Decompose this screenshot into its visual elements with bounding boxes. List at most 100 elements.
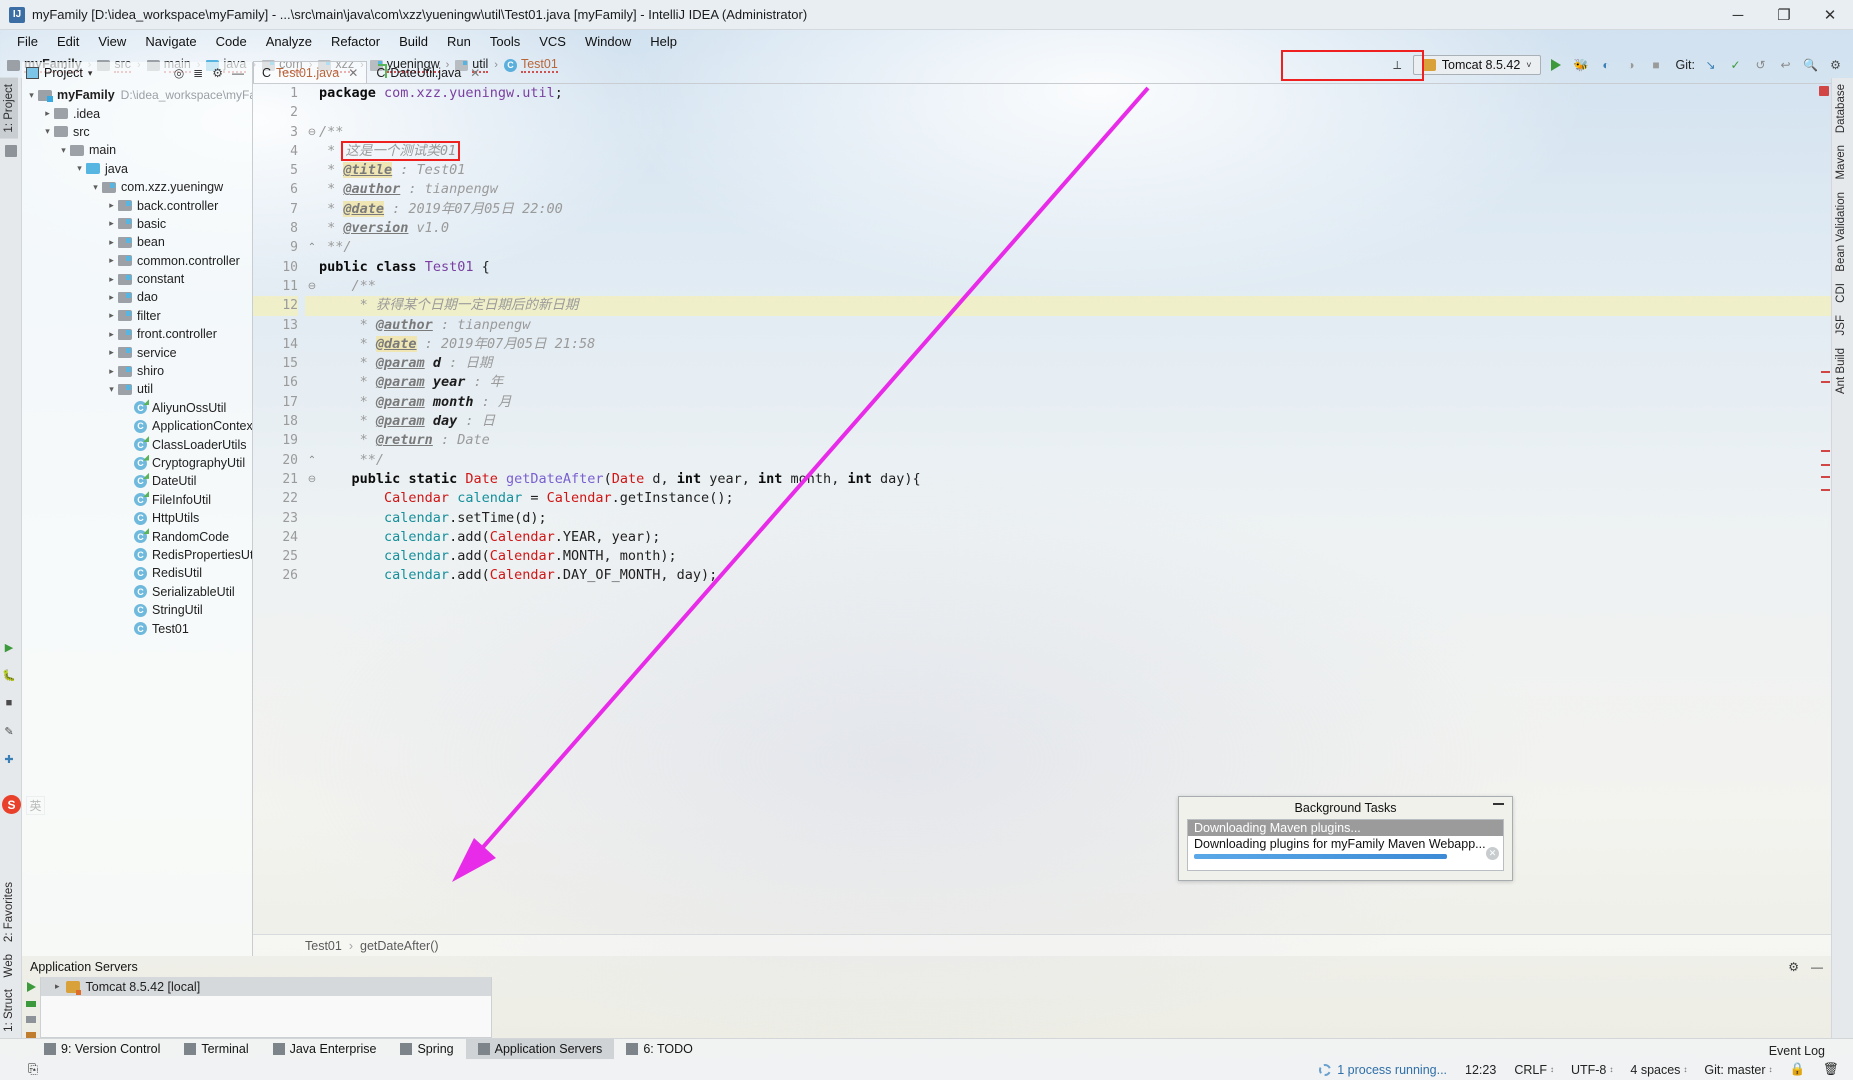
tree-item-redispropertiesutil[interactable]: C RedisPropertiesUtil [22, 546, 252, 564]
tree-item-filter[interactable]: filter [22, 307, 252, 325]
code-line[interactable]: Calendar calendar = Calendar.getInstance… [319, 489, 1831, 508]
tree-item-shiro[interactable]: shiro [22, 362, 252, 380]
tree-item-test01[interactable]: C Test01 [22, 619, 252, 637]
git-branch-stepper[interactable]: ↕ [1769, 1065, 1773, 1074]
code-line[interactable]: /** [319, 123, 1831, 142]
right-tab-ant-build[interactable]: Ant Build [1832, 342, 1850, 400]
right-tab-cdi[interactable]: CDI [1832, 277, 1850, 309]
tree-item-service[interactable]: service [22, 343, 252, 361]
code-line[interactable]: * @author : tianpengw [319, 316, 1831, 335]
sidebar-item-structure[interactable]: 1: Struct [0, 983, 18, 1038]
edit-small-icon[interactable]: ✎ [2, 724, 16, 738]
tool-window-tab-9--version-control[interactable]: 9: Version Control [32, 1039, 172, 1060]
chevron-right-icon[interactable] [105, 310, 118, 321]
code-line[interactable]: * @date : 2019年07月05日 21:58 [319, 335, 1831, 354]
breadcrumb-method[interactable]: getDateAfter() [360, 939, 439, 953]
menu-item-help[interactable]: Help [641, 32, 686, 51]
gear-icon[interactable]: ⚙ [212, 66, 223, 80]
tree-item-serializableutil[interactable]: C SerializableUtil [22, 583, 252, 601]
code-line[interactable]: * @title : Test01 [319, 161, 1831, 180]
code-line[interactable]: * @param year : 年 [319, 373, 1831, 392]
tree-item-cryptographyutil[interactable]: C CryptographyUtil [22, 454, 252, 472]
chevron-right-icon[interactable] [105, 255, 118, 266]
chevron-right-icon[interactable] [41, 108, 54, 119]
tree-item-constant[interactable]: constant [22, 270, 252, 288]
process-status[interactable]: 1 process running... [1337, 1063, 1447, 1077]
code-line[interactable]: calendar.add(Calendar.YEAR, year); [319, 528, 1831, 547]
run-small-icon[interactable]: ▶ [2, 640, 16, 654]
code-line[interactable]: * @param month : 月 [319, 393, 1831, 412]
right-tab-maven[interactable]: Maven [1832, 139, 1850, 186]
encoding-value[interactable]: UTF-8 [1571, 1063, 1606, 1077]
code-line[interactable]: public static Date getDateAfter(Date d, … [319, 470, 1831, 489]
tree-item-front-controller[interactable]: front.controller [22, 325, 252, 343]
project-tree[interactable]: myFamily D:\idea_workspace\myFamil .idea sr… [22, 84, 252, 954]
maximize-button[interactable]: ❐ [1761, 0, 1807, 30]
chevron-right-icon[interactable] [105, 366, 118, 377]
right-tab-database[interactable]: Database [1832, 78, 1850, 139]
tree-item--idea[interactable]: .idea [22, 104, 252, 122]
locate-icon[interactable]: ◎ [174, 66, 184, 80]
tree-item-util[interactable]: util [22, 380, 252, 398]
chevron-down-icon[interactable] [89, 182, 102, 193]
tree-item-stringutil[interactable]: C StringUtil [22, 601, 252, 619]
code-line[interactable]: /** [319, 277, 1831, 296]
tree-item-back-controller[interactable]: back.controller [22, 196, 252, 214]
tree-item-dao[interactable]: dao [22, 288, 252, 306]
close-icon[interactable]: ✕ [348, 66, 358, 80]
chevron-down-icon[interactable] [73, 163, 86, 174]
error-stripe[interactable] [1818, 84, 1831, 934]
error-count-marker[interactable] [1819, 86, 1829, 96]
encoding-stepper[interactable]: ↕ [1609, 1065, 1613, 1074]
collapse-all-icon[interactable]: ≣ [193, 66, 203, 80]
hide-icon[interactable]: — [232, 66, 244, 80]
sogou-ime-icon[interactable]: S [2, 795, 21, 814]
tool-window-tab-application-servers[interactable]: Application Servers [465, 1038, 615, 1060]
tool-window-tab-6--todo[interactable]: 6: TODO [614, 1039, 705, 1060]
chevron-right-icon[interactable]: ▸ [55, 981, 60, 992]
tree-item-classloaderutils[interactable]: C ClassLoaderUtils [22, 435, 252, 453]
sidebar-item-project[interactable]: 1: Project [0, 78, 18, 139]
fold-toggle-icon[interactable]: ⊖ [305, 123, 319, 142]
tree-item-redisutil[interactable]: C RedisUtil [22, 564, 252, 582]
tree-item-main[interactable]: main [22, 141, 252, 159]
code-editor[interactable]: 1 2 3 4 5 6 7 8 9 10 11 12 13 14 15 16 17 18 19 20 21 22 23 24 2… [253, 84, 1831, 934]
bug-small-icon[interactable]: 🐛 [2, 668, 16, 682]
line-separator-value[interactable]: CRLF [1514, 1063, 1547, 1077]
sidebar-item-web[interactable]: Web [0, 948, 18, 983]
chevron-right-icon[interactable] [105, 347, 118, 358]
tree-item-httputils[interactable]: C HttpUtils [22, 509, 252, 527]
tree-item-applicationcontext[interactable]: C ApplicationContext [22, 417, 252, 435]
tree-item-aliyunossutil[interactable]: C AliyunOssUtil [22, 399, 252, 417]
menu-item-analyze[interactable]: Analyze [257, 32, 321, 51]
fold-toggle-icon[interactable]: ⌃ [305, 238, 319, 257]
code-line[interactable] [319, 103, 1831, 122]
code-line[interactable]: * @author : tianpengw [319, 180, 1831, 199]
indent-value[interactable]: 4 spaces [1630, 1063, 1680, 1077]
menu-item-edit[interactable]: Edit [48, 32, 88, 51]
close-icon[interactable]: ✕ [470, 66, 480, 80]
code-line[interactable]: * 这是一个测试类01 [319, 140, 1831, 161]
tree-item-java[interactable]: java [22, 160, 252, 178]
square-small-icon[interactable]: ■ [2, 696, 16, 710]
tool-window-tab-java-enterprise[interactable]: Java Enterprise [261, 1039, 389, 1060]
breadcrumb-class[interactable]: Test01 [305, 939, 342, 953]
chevron-down-icon[interactable] [25, 90, 38, 101]
tool-window-tab-terminal[interactable]: Terminal [172, 1039, 260, 1060]
server-list[interactable]: ▸ Tomcat 8.5.42 [local] [40, 977, 492, 1038]
right-tab-jsf[interactable]: JSF [1832, 309, 1850, 341]
code-line[interactable]: * @param day : 日 [319, 412, 1831, 431]
tree-item-fileinfoutil[interactable]: C FileInfoUtil [22, 491, 252, 509]
editor-breadcrumb[interactable]: Test01 › getDateAfter() [253, 934, 1831, 956]
menu-item-refactor[interactable]: Refactor [322, 32, 389, 51]
menu-item-view[interactable]: View [89, 32, 135, 51]
hide-icon[interactable]: — [1811, 960, 1823, 974]
tree-item-com-xzz-yueningw[interactable]: com.xzz.yueningw [22, 178, 252, 196]
menu-item-code[interactable]: Code [207, 32, 256, 51]
fold-toggle-icon[interactable]: ⊖ [305, 277, 319, 296]
tool-window-tab-spring[interactable]: Spring [388, 1039, 465, 1060]
menu-item-vcs[interactable]: VCS [530, 32, 575, 51]
code-line[interactable]: * @return : Date [319, 431, 1831, 450]
tree-item-common-controller[interactable]: common.controller [22, 252, 252, 270]
code-line[interactable]: package com.xzz.yueningw.util; [319, 84, 1831, 103]
